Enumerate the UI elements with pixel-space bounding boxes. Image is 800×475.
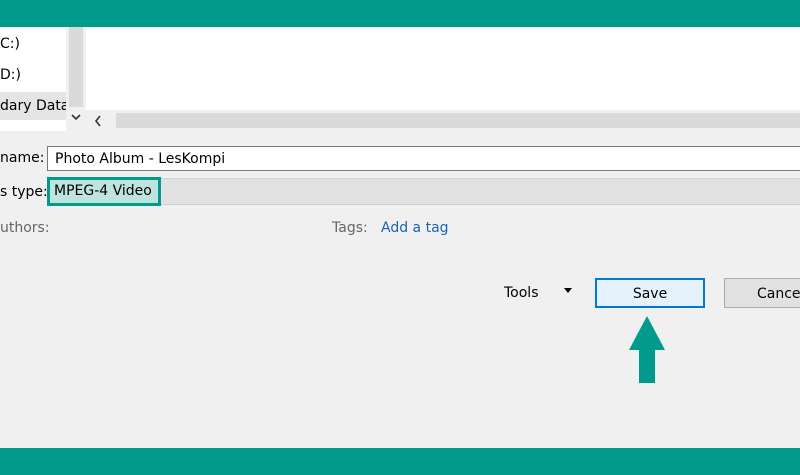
file-name-label: name: [0,150,45,166]
tools-button[interactable]: Tools [504,285,539,301]
save-as-type-value-text: MPEG-4 Video [54,183,152,199]
cancel-button[interactable]: Cancel [724,278,800,308]
tree-item-d-drive[interactable]: D:) [0,61,21,89]
tree-item-label: C:) [0,36,20,52]
horizontal-scroll-thumb[interactable] [116,113,800,128]
tree-item-c-drive[interactable]: C:) [0,30,20,58]
file-name-input[interactable] [47,146,800,171]
caret-down-icon[interactable] [563,286,573,297]
save-as-type-label: s type: [0,184,48,200]
add-tag-link[interactable]: Add a tag [381,220,449,236]
tree-item-data-drive[interactable]: dary Data [0,92,70,120]
chevron-down-icon[interactable] [71,113,81,124]
bottom-accent-band [0,448,800,475]
chevron-left-icon[interactable] [94,111,102,131]
save-as-type-value[interactable]: MPEG-4 Video [47,177,161,206]
save-button[interactable]: Save [595,278,705,308]
top-accent-band [0,0,800,27]
authors-label: uthors: [0,220,50,236]
tree-item-label: dary Data [0,98,70,114]
tree-item-label: D:) [0,67,21,83]
arrow-up-icon [628,316,666,388]
vertical-scroll-thumb[interactable] [69,27,83,107]
horizontal-scrollbar[interactable] [86,110,800,131]
tags-label: Tags: [332,220,368,236]
vertical-scrollbar[interactable] [66,27,86,131]
